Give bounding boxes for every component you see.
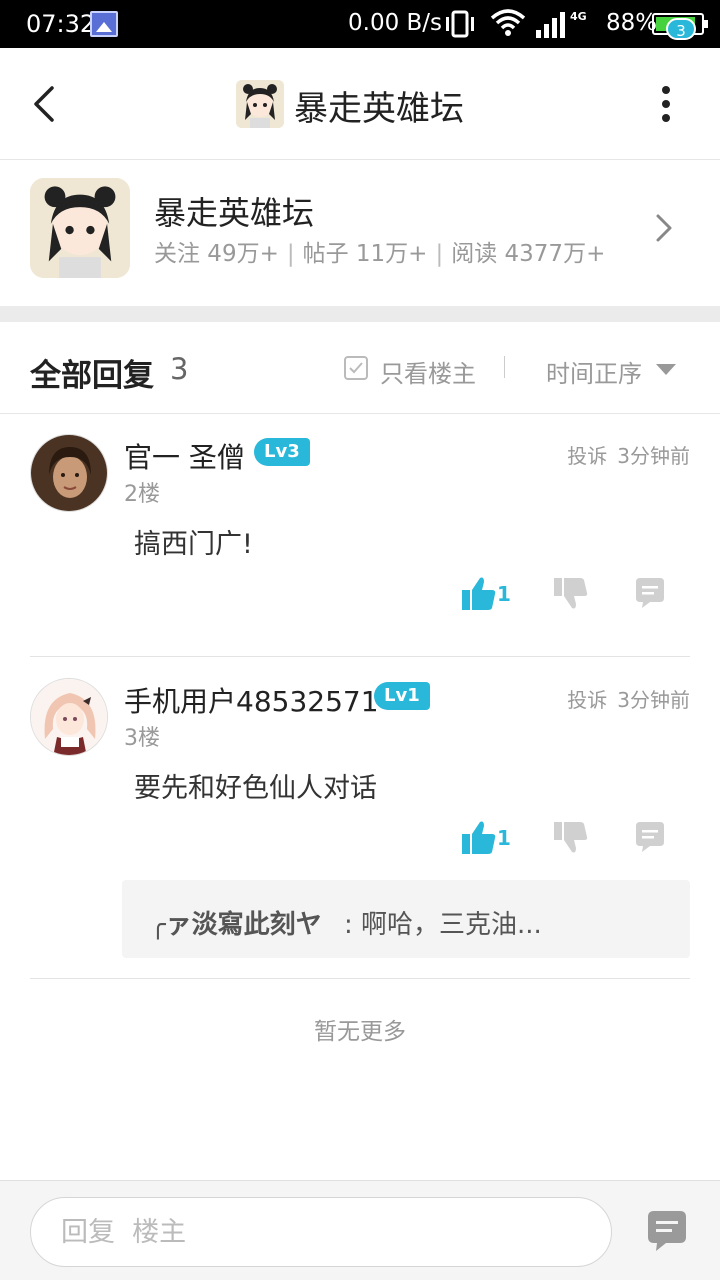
replies-title: 全部回复	[30, 358, 154, 394]
network-type: 4G	[570, 10, 587, 23]
stats-separator: |	[286, 241, 295, 267]
reply-actions: 1	[0, 818, 720, 858]
like-count: 1	[497, 826, 511, 850]
status-time: 07:32	[26, 10, 96, 38]
comments-icon[interactable]	[644, 1207, 690, 1253]
cell-signal-icon: 4G	[536, 10, 587, 38]
sub-reply-user[interactable]: ╭ァ淡寫此刻ヤ	[150, 904, 322, 941]
reply-meta: 投诉 3分钟前	[567, 684, 690, 713]
forum-info-card[interactable]: 暴走英雄坛 关注 49万+ | 帖子 11万+ | 阅读 4377万+	[0, 160, 720, 306]
level-badge: Lv1	[374, 682, 430, 710]
forum-reads: 阅读 4377万+	[451, 241, 606, 267]
divider	[30, 656, 690, 657]
user-photo-icon	[31, 435, 107, 511]
vibrate-icon	[446, 10, 474, 38]
header-divider	[504, 356, 505, 378]
forum-avatar-small	[236, 80, 284, 128]
bottom-reply-bar	[0, 1180, 720, 1280]
replies-count: 3	[170, 352, 189, 386]
forum-stats: 关注 49万+ | 帖子 11万+ | 阅读 4377万+	[154, 234, 605, 268]
sub-reply-preview[interactable]: ╭ァ淡寫此刻ヤ : 啊哈，三克油...	[122, 880, 690, 958]
reply-meta: 投诉 3分钟前	[567, 440, 690, 469]
level-badge: Lv3	[254, 438, 310, 466]
anime-girl-avatar-icon	[30, 178, 130, 278]
reply-text: 搞西门广!	[134, 529, 253, 560]
back-button[interactable]	[26, 82, 66, 126]
more-options-icon[interactable]	[650, 84, 682, 124]
forum-name: 暴走英雄坛	[154, 194, 315, 232]
anime-girl-avatar-icon	[236, 80, 284, 128]
reply-text: 要先和好色仙人对话	[134, 773, 377, 804]
user-name[interactable]: 手机用户48532571	[124, 680, 379, 720]
comment-icon[interactable]	[632, 576, 668, 612]
chevron-right-icon	[656, 214, 672, 242]
reply-actions: 1	[0, 574, 720, 614]
report-link[interactable]: 投诉	[567, 444, 607, 468]
anime-user-avatar-icon	[31, 679, 107, 755]
sub-reply-text: : 啊哈，三克油...	[344, 910, 542, 940]
check-icon	[349, 362, 363, 374]
divider	[30, 978, 690, 979]
reply-input[interactable]	[30, 1197, 612, 1267]
comment-icon[interactable]	[632, 820, 668, 856]
thumbs-down-icon[interactable]	[552, 820, 588, 856]
status-bar: 07:32 0.00 B/s 4G 88%	[0, 0, 720, 48]
reply-time: 3分钟前	[617, 688, 690, 712]
user-avatar[interactable]	[30, 678, 108, 756]
report-link[interactable]: 投诉	[567, 688, 607, 712]
header-title: 暴走英雄坛	[294, 89, 464, 129]
forum-posts: 帖子 11万+	[302, 241, 428, 267]
no-more-text: 暂无更多	[314, 1019, 406, 1045]
caret-down-icon[interactable]	[656, 364, 676, 375]
battery-percent: 88%	[606, 10, 658, 36]
forum-followers: 关注 49万+	[154, 241, 279, 267]
only-op-label: 只看楼主	[380, 360, 476, 388]
like-count: 1	[497, 582, 511, 606]
top-nav: 暴走英雄坛	[0, 48, 720, 160]
sort-dropdown[interactable]: 时间正序	[546, 354, 642, 389]
comment-count-badge: 3	[666, 18, 696, 40]
only-op-checkbox[interactable]	[344, 356, 368, 380]
reply-time: 3分钟前	[617, 444, 690, 468]
floor-number: 3楼	[124, 726, 160, 751]
thumbs-down-icon[interactable]	[552, 576, 588, 612]
replies-header: 全部回复 3 只看楼主 时间正序	[0, 322, 720, 414]
forum-avatar	[30, 178, 130, 278]
stats-separator: |	[435, 241, 444, 267]
wifi-icon	[490, 9, 526, 36]
user-name[interactable]: 官一 圣僧	[124, 436, 245, 476]
floor-number: 2楼	[124, 482, 160, 507]
user-avatar[interactable]	[30, 434, 108, 512]
section-gap	[0, 306, 720, 322]
network-speed: 0.00 B/s	[348, 10, 443, 36]
gallery-notification-icon	[90, 11, 118, 37]
